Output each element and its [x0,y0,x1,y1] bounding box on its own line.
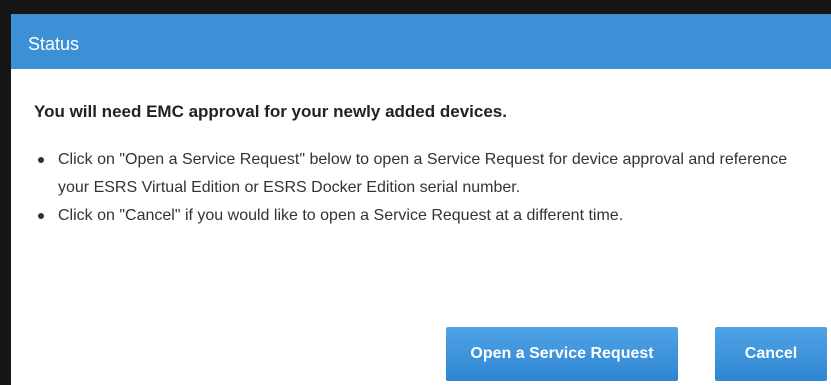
open-service-request-button[interactable]: Open a Service Request [446,327,678,381]
dialog-title: Status [28,34,80,54]
screen-frame: Status You will need EMC approval for yo… [0,0,831,385]
bullet-icon [38,213,44,219]
dialog-title-bar: Status [11,14,831,69]
cancel-button[interactable]: Cancel [715,327,827,381]
approval-heading: You will need EMC approval for your newl… [34,102,507,121]
instruction-text: Click on "Cancel" if you would like to o… [58,207,624,224]
status-dialog: Status You will need EMC approval for yo… [11,14,831,385]
instruction-item-open-request: Click on "Open a Service Request" below … [35,146,795,202]
instruction-list: Click on "Open a Service Request" below … [35,146,795,230]
instruction-text: Click on "Open a Service Request" below … [58,151,788,196]
instruction-item-cancel: Click on "Cancel" if you would like to o… [35,202,795,230]
bullet-icon [38,157,44,163]
